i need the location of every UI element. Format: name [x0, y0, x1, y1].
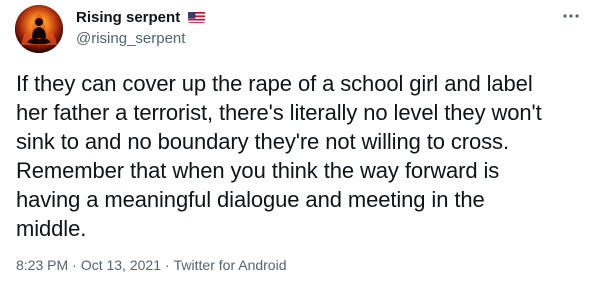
- us-flag-icon: [188, 11, 206, 23]
- user-handle[interactable]: @rising_serpent: [76, 30, 185, 48]
- display-name-text[interactable]: Rising serpent: [76, 9, 180, 26]
- tweet-date[interactable]: Oct 13, 2021: [81, 257, 161, 273]
- avatar[interactable]: [15, 5, 63, 53]
- tweet-meta: 8:23 PM · Oct 13, 2021 · Twitter for Android: [16, 257, 286, 273]
- meta-separator: ·: [72, 257, 77, 273]
- display-name[interactable]: Rising serpent: [76, 9, 206, 27]
- tweet-source[interactable]: Twitter for Android: [174, 257, 287, 273]
- tweet-card: Rising serpent @rising_serpent If they c…: [0, 0, 610, 297]
- meditating-figure-fire-icon: [15, 5, 63, 53]
- tweet-text: If they can cover up the rape of a schoo…: [16, 71, 542, 241]
- tweet-time[interactable]: 8:23 PM: [16, 257, 68, 273]
- more-options-icon[interactable]: [560, 8, 582, 24]
- meta-separator: ·: [164, 257, 170, 273]
